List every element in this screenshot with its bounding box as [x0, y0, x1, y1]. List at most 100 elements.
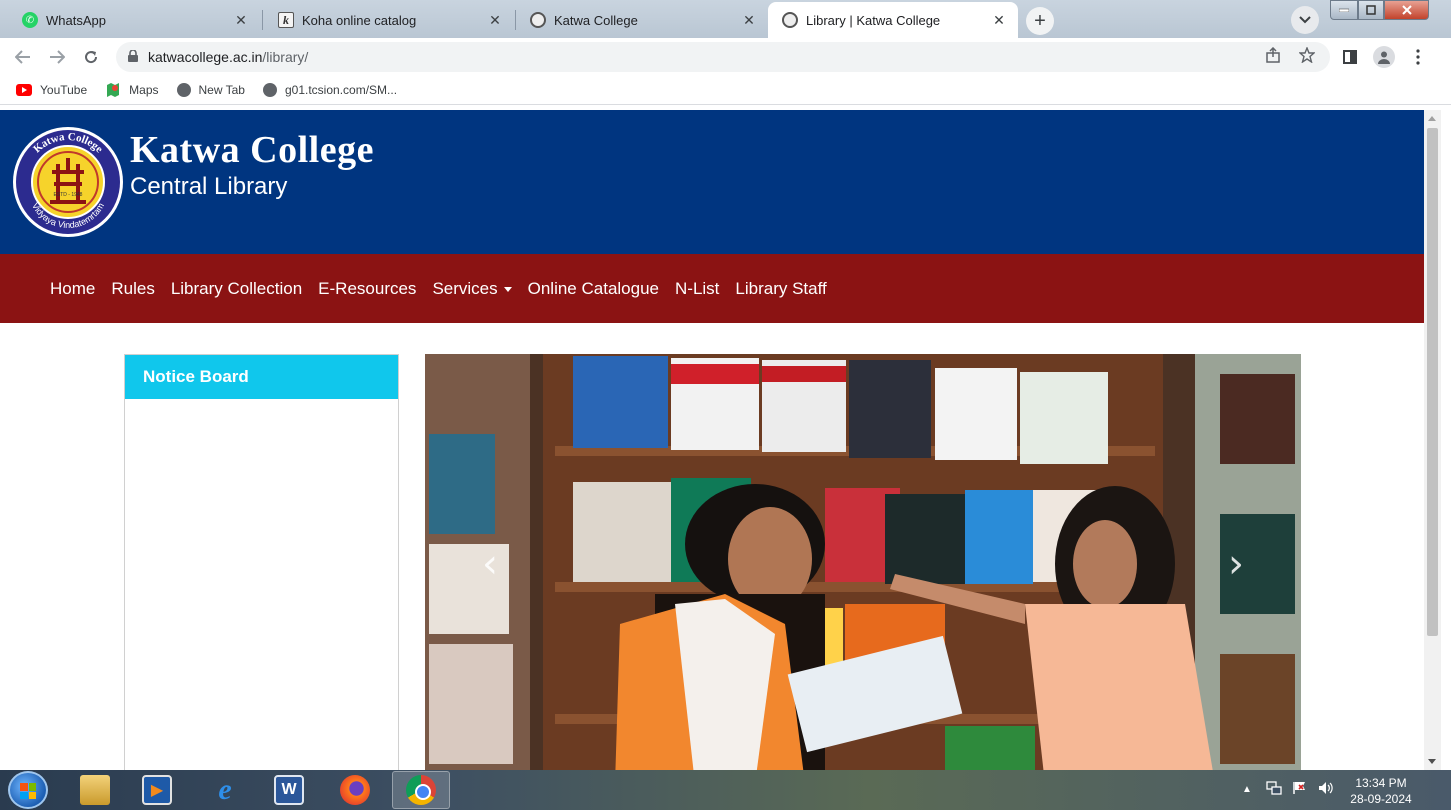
nav-online-catalogue[interactable]: Online Catalogue	[520, 279, 667, 299]
nav-rules[interactable]: Rules	[103, 279, 162, 299]
image-carousel: ‹ ›	[425, 354, 1301, 770]
maps-icon	[105, 83, 121, 97]
window-minimize-button[interactable]	[1330, 0, 1358, 20]
bookmark-label: Maps	[129, 83, 159, 97]
katwa-college-icon	[530, 12, 546, 28]
folder-icon	[80, 775, 110, 805]
tab-library-katwa-college[interactable]: Library | Katwa College ✕	[768, 2, 1018, 38]
scroll-up-icon[interactable]	[1428, 116, 1436, 121]
library-photo	[425, 354, 1301, 770]
tab-title: Koha online catalog	[302, 12, 417, 28]
globe-icon	[176, 83, 191, 97]
url-host: katwacollege.ac.in	[148, 49, 263, 65]
profile-avatar[interactable]	[1373, 46, 1395, 68]
bookmark-tcsion[interactable]: g01.tcsion.com/SM...	[262, 83, 398, 97]
bookmark-youtube[interactable]: YouTube	[16, 83, 87, 97]
bookmark-label: New Tab	[198, 83, 245, 97]
forward-button[interactable]	[46, 46, 68, 68]
tab-katwa-college[interactable]: Katwa College ✕	[516, 2, 768, 38]
nav-library-staff[interactable]: Library Staff	[727, 279, 834, 299]
bookmark-new-tab[interactable]: New Tab	[176, 83, 245, 97]
address-bar[interactable]: katwacollege.ac.in/library/	[116, 42, 1330, 72]
windows-logo-icon	[20, 783, 36, 799]
bookmark-star-icon[interactable]	[1298, 46, 1316, 68]
system-clock[interactable]: 13:34 PM 28-09-2024	[1346, 775, 1416, 807]
nav-services-dropdown[interactable]: Services	[424, 279, 519, 299]
youtube-icon	[16, 84, 32, 96]
tab-whatsapp[interactable]: ✆ WhatsApp ✕	[8, 2, 260, 38]
logo-estd-text: ESTD - 1948	[54, 192, 83, 198]
tab-search-button[interactable]	[1291, 6, 1319, 34]
college-logo[interactable]: ESTD - 1948 Katwa College Vidyaya Vindat…	[12, 126, 124, 238]
carousel-next-button[interactable]: ›	[1216, 539, 1256, 589]
nav-library-collection[interactable]: Library Collection	[163, 279, 310, 299]
tab-title: Library | Katwa College	[806, 12, 941, 28]
globe-icon	[262, 83, 277, 97]
network-icon[interactable]	[1266, 781, 1282, 798]
close-icon[interactable]: ✕	[990, 12, 1008, 29]
carousel-prev-button[interactable]: ‹	[470, 539, 510, 589]
taskbar-media-player[interactable]: ▶	[128, 771, 186, 809]
nav-services-label: Services	[432, 278, 498, 298]
nav-e-resources[interactable]: E-Resources	[310, 279, 424, 299]
scrollbar-thumb[interactable]	[1427, 128, 1438, 636]
new-tab-button[interactable]: +	[1026, 7, 1054, 35]
koha-icon: k	[278, 12, 294, 28]
url-path: /library/	[262, 49, 309, 65]
close-icon[interactable]: ✕	[232, 12, 250, 29]
lock-icon	[128, 48, 138, 65]
window-maximize-button[interactable]	[1358, 0, 1384, 20]
browser-menu-button[interactable]	[1407, 46, 1429, 68]
media-player-icon: ▶	[142, 775, 172, 805]
window-close-button[interactable]	[1384, 0, 1429, 20]
close-icon[interactable]: ✕	[486, 12, 504, 29]
tab-separator	[262, 10, 263, 30]
site-subtitle: Central Library	[130, 173, 288, 200]
taskbar-firefox[interactable]	[326, 771, 384, 809]
arrow-right-icon	[50, 50, 65, 64]
notice-board: Notice Board	[124, 354, 399, 770]
taskbar-chrome[interactable]	[392, 771, 450, 809]
tab-title: WhatsApp	[46, 12, 106, 28]
back-button[interactable]	[12, 46, 34, 68]
browser-toolbar: katwacollege.ac.in/library/	[0, 38, 1451, 76]
firefox-icon	[340, 775, 370, 805]
person-icon	[1378, 51, 1390, 64]
taskbar-internet-explorer[interactable]: e	[196, 771, 254, 809]
bookmark-label: YouTube	[40, 83, 88, 97]
tray-expand-icon[interactable]: ▲	[1242, 784, 1252, 795]
share-icon[interactable]	[1265, 46, 1281, 68]
clock-time: 13:34 PM	[1355, 776, 1407, 790]
tab-title: Katwa College	[554, 12, 638, 28]
notice-board-title: Notice Board	[125, 355, 398, 399]
whatsapp-icon: ✆	[22, 12, 38, 28]
web-page: ESTD - 1948 Katwa College Vidyaya Vindat…	[0, 110, 1424, 770]
caret-down-icon	[503, 286, 512, 292]
bookmark-label: g01.tcsion.com/SM...	[284, 83, 398, 97]
minimize-icon	[1339, 8, 1349, 12]
start-button[interactable]	[8, 771, 48, 809]
action-center-flag-icon[interactable]	[1292, 781, 1308, 798]
chrome-icon	[406, 775, 436, 805]
site-title[interactable]: Katwa College	[130, 128, 374, 172]
side-panel-button[interactable]	[1339, 46, 1361, 68]
site-header: ESTD - 1948 Katwa College Vidyaya Vindat…	[0, 110, 1424, 254]
tab-koha[interactable]: k Koha online catalog ✕	[264, 2, 514, 38]
restore-icon	[1366, 5, 1376, 15]
chevron-down-icon	[1299, 16, 1311, 24]
page-scrollbar[interactable]	[1424, 110, 1441, 770]
reload-button[interactable]	[80, 46, 102, 68]
scroll-down-icon[interactable]	[1428, 759, 1436, 764]
word-icon: W	[274, 775, 304, 805]
browser-tab-bar: ✆ WhatsApp ✕ k Koha online catalog ✕ Kat…	[0, 0, 1451, 38]
nav-home[interactable]: Home	[42, 279, 103, 299]
nav-n-list[interactable]: N-List	[667, 279, 727, 299]
close-icon[interactable]: ✕	[740, 12, 758, 29]
close-icon	[1401, 5, 1412, 15]
taskbar-word[interactable]: W	[260, 771, 318, 809]
reload-icon	[85, 51, 98, 64]
main-navigation: Home Rules Library Collection E-Resource…	[0, 254, 1424, 323]
taskbar-explorer[interactable]	[66, 771, 124, 809]
bookmark-maps[interactable]: Maps	[105, 83, 159, 97]
volume-icon[interactable]	[1318, 781, 1334, 798]
